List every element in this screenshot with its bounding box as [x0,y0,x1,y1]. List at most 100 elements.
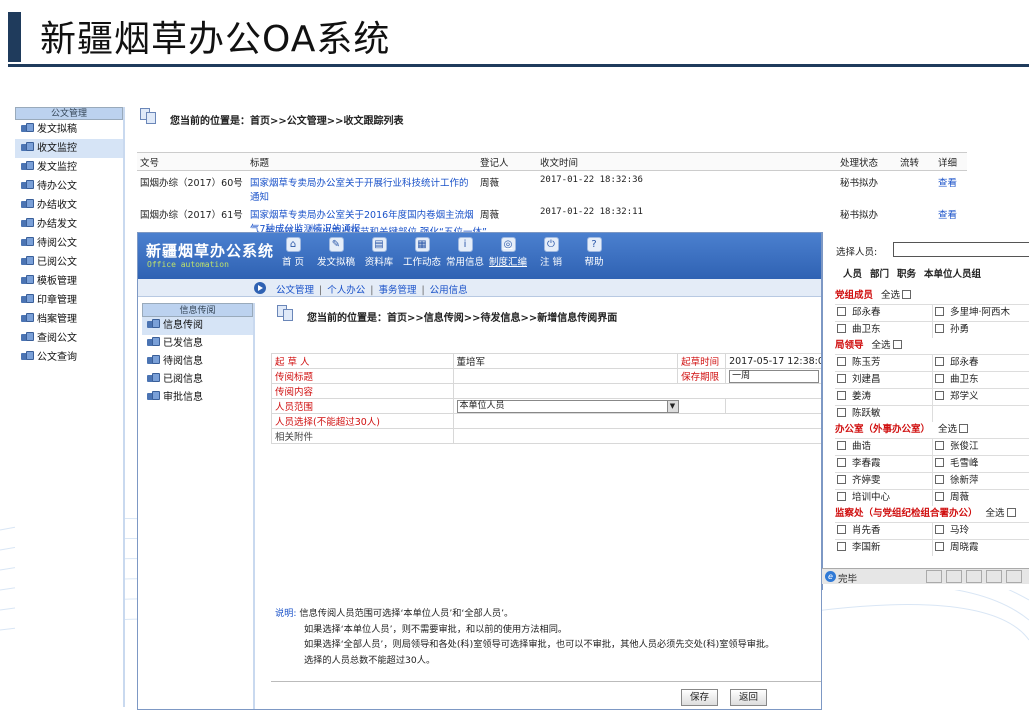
cell-detail[interactable]: 查看 [935,203,967,235]
sidebar-item[interactable]: 办结发文 [15,215,123,234]
info-nav-item[interactable]: 已发信息 [142,335,253,353]
select-all-checkbox[interactable] [1006,508,1016,517]
info-nav-item[interactable]: 审批信息 [142,389,253,407]
person-cell[interactable]: 毛雪峰 [933,456,1029,472]
toolbar-button[interactable]: ▤ 资料库 [356,237,402,268]
select-all[interactable]: 全选 [881,290,900,301]
toolbar-button[interactable]: ? 帮助 [571,237,617,268]
picker-tab[interactable]: 部门 [870,269,889,280]
menu-item[interactable]: 事务管理 [378,285,416,296]
person-checkbox[interactable] [935,374,944,383]
sidebar-item[interactable]: 模板管理 [15,272,123,291]
person-cell[interactable]: 李春霞 [835,456,933,472]
picker-tab[interactable]: 职务 [897,269,916,280]
person-cell[interactable]: 姜涛 [835,389,933,405]
content-textarea[interactable] [452,383,821,399]
person-checkbox[interactable] [935,357,944,366]
toolbar-button[interactable]: ⏻ 注 销 [528,237,574,268]
person-checkbox[interactable] [837,475,846,484]
person-checkbox[interactable] [837,408,846,417]
sidebar-item[interactable]: 发文拟稿 [15,120,123,139]
person-checkbox[interactable] [935,458,944,467]
person-cell[interactable]: 培训中心 [835,490,933,506]
attachment-field[interactable] [452,428,821,444]
person-cell[interactable]: 邱永春 [835,305,933,321]
sidebar-item[interactable]: 待办公文 [15,177,123,196]
person-cell[interactable]: 陈玉芳 [835,355,933,371]
person-checkbox[interactable] [837,391,846,400]
menu-item[interactable]: 公文管理 [276,285,314,296]
toolbar-button[interactable]: ▦ 工作动态 [399,237,445,268]
select-all-checkbox[interactable] [892,340,902,349]
person-checkbox[interactable] [935,441,944,450]
select-all[interactable]: 全选 [938,424,957,435]
person-cell[interactable]: 刘建昌 [835,372,933,388]
select-all-checkbox[interactable] [959,424,969,433]
sidebar-item[interactable]: 查阅公文 [15,329,123,348]
person-cell[interactable]: 曲卫东 [933,372,1029,388]
person-checkbox[interactable] [837,458,846,467]
sidebar-item[interactable]: 已阅公文 [15,253,123,272]
chevron-down-icon[interactable]: ▼ [666,400,678,412]
person-checkbox[interactable] [837,525,846,534]
person-cell[interactable]: 李国新 [835,540,933,556]
back-button[interactable]: 返回 [730,689,768,706]
person-checkbox[interactable] [935,324,944,333]
person-checkbox[interactable] [837,357,846,366]
person-checkbox[interactable] [935,391,944,400]
person-cell[interactable] [933,406,1029,422]
person-cell[interactable]: 周晓霞 [933,540,1029,556]
info-nav-item[interactable]: 信息传阅 [142,317,253,335]
person-checkbox[interactable] [935,525,944,534]
person-cell[interactable]: 曲诰 [835,439,933,455]
person-cell[interactable]: 马玲 [933,523,1029,539]
person-cell[interactable]: 张俊江 [933,439,1029,455]
select-all[interactable]: 全选 [986,508,1005,519]
person-cell[interactable]: 曲卫东 [835,322,933,338]
person-cell[interactable]: 郑学义 [933,389,1029,405]
sidebar-item[interactable]: 公文查询 [15,348,123,367]
person-cell[interactable]: 齐婷雯 [835,473,933,489]
person-checkbox[interactable] [837,324,846,333]
person-cell[interactable]: 肖先香 [835,523,933,539]
menu-item[interactable]: 个人办公 [327,285,365,296]
person-checkbox[interactable] [837,307,846,316]
person-cell[interactable]: 多里坤·阿西木 [933,305,1029,321]
person-checkbox[interactable] [935,542,944,551]
person-checkbox[interactable] [837,374,846,383]
info-nav-item[interactable]: 待阅信息 [142,353,253,371]
select-all[interactable]: 全选 [872,340,891,351]
sidebar-item[interactable]: 办结收文 [15,196,123,215]
person-cell[interactable]: 孙勇 [933,322,1029,338]
picker-tab[interactable]: 本单位人员组 [924,269,981,280]
person-cell[interactable]: 周薇 [933,490,1029,506]
keep-period-input[interactable]: 一周 [729,369,820,383]
toolbar-button[interactable]: ⌂ 首 页 [270,237,316,268]
title-input[interactable] [452,368,679,384]
picker-tab[interactable]: 人员 [843,269,862,280]
person-checkbox[interactable] [935,492,944,501]
sidebar-item[interactable]: 印章管理 [15,291,123,310]
person-cell[interactable]: 陈跃敏 [835,406,933,422]
person-checkbox[interactable] [837,492,846,501]
select-all-checkbox[interactable] [902,290,912,299]
sidebar-item[interactable]: 收文监控 [15,139,123,158]
picker-search-input[interactable] [893,242,1029,257]
person-checkbox[interactable] [935,307,944,316]
person-checkbox[interactable] [935,475,944,484]
sidebar-item[interactable]: 档案管理 [15,310,123,329]
menu-item[interactable]: 公用信息 [430,285,468,296]
person-checkbox[interactable] [837,441,846,450]
cell-detail[interactable]: 查看 [935,171,967,204]
toolbar-button[interactable]: i 常用信息 [442,237,488,268]
info-nav-item[interactable]: 已阅信息 [142,371,253,389]
person-cell[interactable]: 徐新萍 [933,473,1029,489]
person-checkbox[interactable] [837,542,846,551]
save-button[interactable]: 保存 [681,689,719,706]
toolbar-button[interactable]: ✎ 发文拟稿 [313,237,359,268]
scope-select[interactable]: 本单位人员 ▼ [456,399,679,413]
cell-title[interactable]: 国家烟草专卖局办公室关于开展行业科技统计工作的通知 [247,171,477,203]
person-cell[interactable]: 邱永春 [933,355,1029,371]
partial-row-title[interactable]: 关于转发《突出重点环节和关键部位 强化“五位一体” [265,224,487,232]
sidebar-item[interactable]: 待阅公文 [15,234,123,253]
